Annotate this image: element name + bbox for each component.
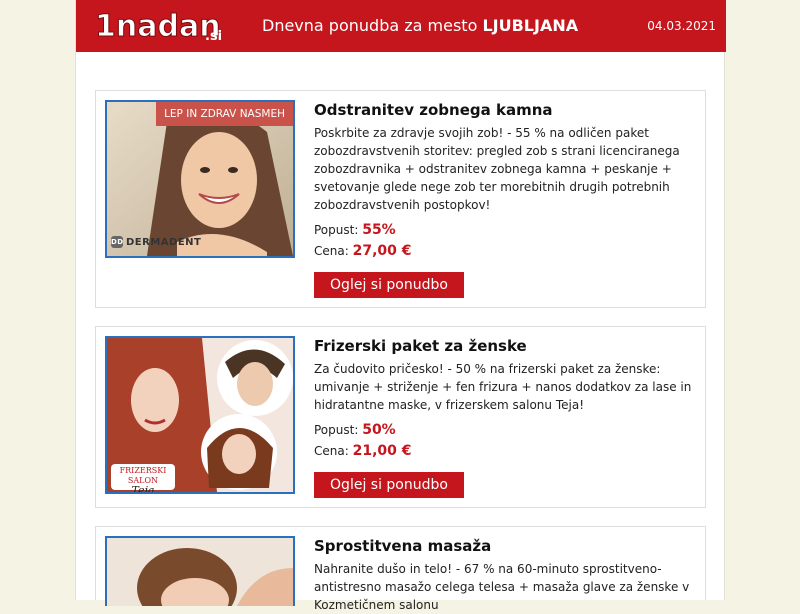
brand-logo: DD DERMADENT	[111, 236, 201, 248]
header-date: 04.03.2021	[647, 19, 716, 33]
logo-suffix: .si	[205, 29, 222, 44]
email-container: 1nadan .si Dnevna ponudba za mesto LJUBL…	[75, 0, 726, 612]
massage-image	[107, 538, 293, 606]
salon-logo-name: Teja	[131, 484, 155, 494]
offer-description: Nahranite dušo in telo! - 67 % na 60-min…	[314, 562, 690, 612]
view-offer-button[interactable]: Oglej si ponudbo	[314, 472, 464, 498]
offer-title[interactable]: Frizerski paket za ženske	[314, 337, 527, 355]
discount-value: 55%	[362, 222, 396, 238]
offer-image[interactable]: FRIZERSKI SALON Teja	[105, 336, 295, 494]
offer-card: FRIZERSKI SALON Teja Frizerski paket za …	[95, 326, 706, 508]
discount-line: Popust: 55%	[314, 222, 396, 238]
offer-image-badge: LEP IN ZDRAV NASMEH	[156, 102, 293, 126]
offer-description: Za čudovito pričesko! - 50 % na frizersk…	[314, 362, 692, 412]
offer-description: Poskrbite za zdravje svojih zob! - 55 % …	[314, 126, 680, 212]
salon-logo-top: FRIZERSKI SALON	[119, 466, 167, 485]
dermadent-icon: DD	[111, 236, 124, 248]
header-title-prefix: Dnevna ponudba za mesto	[262, 16, 478, 35]
1nadan-logo[interactable]: 1nadan .si	[95, 6, 235, 46]
discount-line: Popust: 50%	[314, 422, 396, 438]
brand-name: DERMADENT	[126, 236, 202, 248]
offer-card: LEP IN ZDRAV NASMEH DD DERMADENT Odstran…	[95, 90, 706, 308]
header-title: Dnevna ponudba za mesto LJUBLJANA	[262, 16, 578, 35]
logo-text: 1nadan	[95, 9, 221, 44]
offer-image[interactable]	[105, 536, 295, 606]
discount-value: 50%	[362, 422, 396, 438]
discount-label: Popust:	[314, 223, 359, 237]
price-line: Cena: 21,00 €	[314, 443, 412, 459]
price-label: Cena:	[314, 244, 349, 258]
offer-image[interactable]: LEP IN ZDRAV NASMEH DD DERMADENT	[105, 100, 295, 258]
salon-logo: FRIZERSKI SALON Teja	[111, 464, 175, 492]
price-line: Cena: 27,00 €	[314, 243, 412, 259]
header-bar: 1nadan .si Dnevna ponudba za mesto LJUBL…	[76, 0, 726, 52]
offer-title[interactable]: Sprostitvena masaža	[314, 537, 491, 555]
price-label: Cena:	[314, 444, 349, 458]
offer-title[interactable]: Odstranitev zobnega kamna	[314, 101, 553, 119]
view-offer-button[interactable]: Oglej si ponudbo	[314, 272, 464, 298]
price-value: 21,00 €	[352, 443, 412, 459]
discount-label: Popust:	[314, 423, 359, 437]
offer-card: Sprostitvena masaža Nahranite dušo in te…	[95, 526, 706, 612]
price-value: 27,00 €	[352, 243, 412, 259]
header-city: LJUBLJANA	[482, 16, 579, 35]
